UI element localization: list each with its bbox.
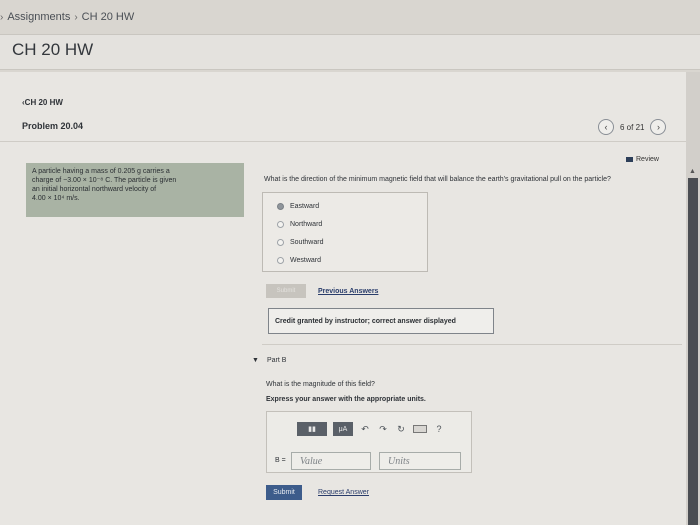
breadcrumb: › Assignments › CH 20 HW <box>0 8 134 26</box>
divider <box>262 344 682 345</box>
page-title: CH 20 HW <box>12 40 94 59</box>
radio[interactable] <box>277 257 284 264</box>
pager-count: 6 of 21 <box>620 122 645 132</box>
back-link[interactable]: ‹CH 20 HW <box>22 98 63 107</box>
chevron-right-icon: › <box>74 11 78 23</box>
next-problem-button[interactable]: › <box>650 119 667 135</box>
problem-line-4: 4.00 × 10⁴ m/s. <box>32 195 80 202</box>
chevron-left-icon: ‹ <box>604 122 608 132</box>
radio[interactable] <box>277 221 284 228</box>
problem-line-2: charge of −3.00 × 10⁻⁸ C. The particle i… <box>32 177 177 184</box>
prev-problem-button[interactable]: ‹ <box>598 119 614 135</box>
previous-answers-link[interactable]: Previous Answers <box>318 288 378 295</box>
choice-westward[interactable]: Westward <box>277 257 321 264</box>
review-icon <box>626 157 633 162</box>
scrollbar-thumb[interactable] <box>688 178 698 525</box>
problem-title: Problem 20.04 <box>22 121 84 131</box>
keyboard-icon[interactable] <box>413 425 427 433</box>
breadcrumb-current[interactable]: CH 20 HW <box>82 11 135 23</box>
credit-notice: Credit granted by instructor; correct an… <box>268 308 494 334</box>
undo-icon[interactable]: ↶ <box>359 424 371 435</box>
review-link[interactable]: Review <box>626 156 659 163</box>
radio-selected[interactable] <box>277 203 284 210</box>
radio[interactable] <box>277 239 284 246</box>
template-button[interactable]: ▮▮ <box>297 422 327 436</box>
part-b-question: What is the magnitude of this field? <box>266 381 375 388</box>
answer-box: ▮▮ μA ↶ ↷ ↻ ? B = Value Units <box>266 411 472 473</box>
math-toolbar: ▮▮ μA ↶ ↷ ↻ ? <box>297 422 445 436</box>
divider <box>0 141 686 142</box>
choice-eastward[interactable]: Eastward <box>277 203 319 210</box>
help-icon[interactable]: ? <box>433 424 445 434</box>
choices-list: Eastward Northward Southward Westward <box>262 192 428 272</box>
request-answer-link[interactable]: Request Answer <box>318 489 369 496</box>
units-input[interactable]: Units <box>379 452 461 470</box>
value-input[interactable]: Value <box>291 452 371 470</box>
breadcrumb-assignments[interactable]: Assignments <box>7 11 70 23</box>
part-b-instruction: Express your answer with the appropriate… <box>266 396 426 403</box>
chevron-right-icon: › <box>656 122 660 132</box>
caret-down-icon: ▼ <box>252 357 259 364</box>
variable-label: B = <box>275 457 286 464</box>
problem-statement: A particle having a mass of 0.205 g carr… <box>26 163 244 217</box>
part-a-submit-button[interactable]: Submit <box>266 284 306 298</box>
part-b-header[interactable]: ▼ Part B <box>252 357 286 364</box>
scroll-up-icon[interactable]: ▲ <box>689 168 696 175</box>
pager: ‹ 6 of 21 › <box>598 119 667 135</box>
choice-southward[interactable]: Southward <box>277 239 323 246</box>
problem-line-1: A particle having a mass of 0.205 g carr… <box>32 168 170 175</box>
problem-line-3: an initial horizontal northward velocity… <box>32 186 157 193</box>
choice-northward[interactable]: Northward <box>277 221 322 228</box>
redo-icon[interactable]: ↷ <box>377 424 389 435</box>
header-band <box>0 34 700 70</box>
chevron-right-icon: › <box>0 11 4 23</box>
part-b-submit-button[interactable]: Submit <box>266 485 302 500</box>
part-a-question: What is the direction of the minimum mag… <box>264 176 611 183</box>
reset-icon[interactable]: ↻ <box>395 424 407 435</box>
mu-button[interactable]: μA <box>333 422 353 436</box>
